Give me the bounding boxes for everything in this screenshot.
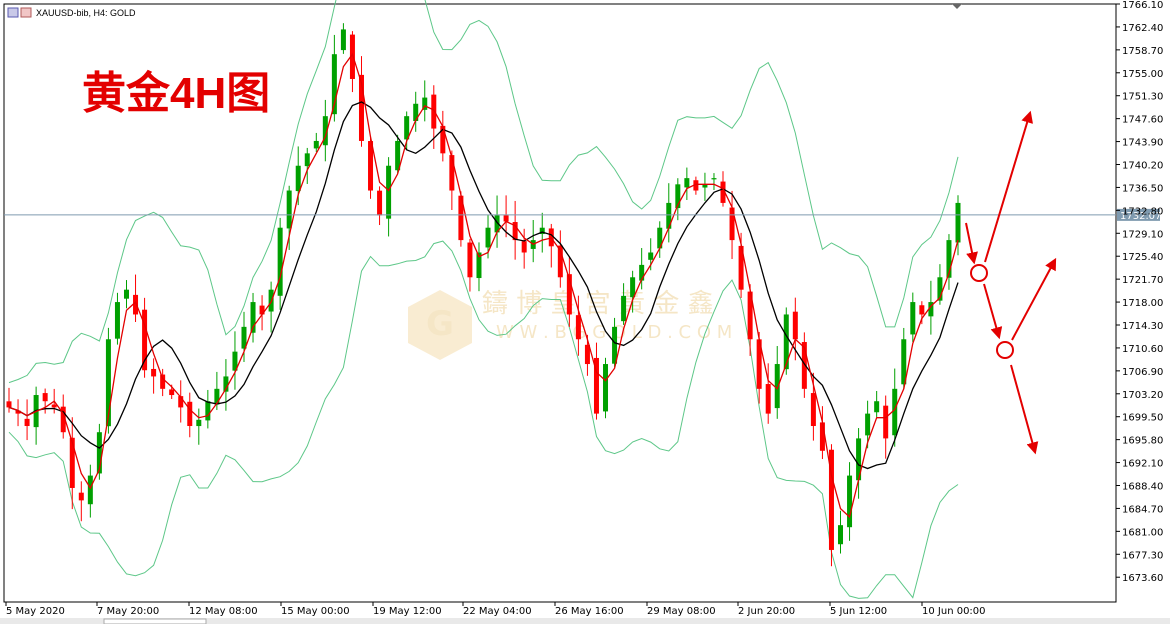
candle-body [114,302,120,339]
candle-body [521,241,527,253]
candle-body [196,419,202,427]
candle-body [919,305,925,315]
candle-body [377,190,383,216]
candle-body [765,384,771,414]
candle-body [87,475,93,505]
candle-body [648,252,654,260]
y-tick-label: 1718.00 [1122,298,1163,309]
candle-body [69,437,75,488]
candle-body [123,289,129,299]
candle-body [684,178,690,188]
y-tick-label: 1732.80 [1122,206,1163,217]
y-tick-label: 1747.60 [1122,115,1163,126]
candle-body [874,401,880,413]
chart-window-icon [7,7,19,18]
x-tick-label: 2 Jun 20:00 [738,606,795,617]
x-tick-label: 15 May 00:00 [281,606,350,617]
candle-body [431,94,437,129]
candle-body [6,401,12,408]
price-chart[interactable]: G 鑄 博 皇 宫 黃 金 鑫 W W . B G G O L D . C O … [0,0,1170,624]
candle-body [630,277,636,298]
candle-body [774,364,780,409]
y-tick-label: 1766.10 [1122,0,1163,11]
y-tick-label: 1710.60 [1122,344,1163,355]
candle-body [133,294,139,315]
y-tick-label: 1692.10 [1122,459,1163,470]
y-tick-label: 1740.20 [1122,160,1163,171]
candle-body [295,165,301,192]
x-tick-label: 12 May 08:00 [189,606,258,617]
candle-body [910,302,916,335]
candle-body [711,178,717,180]
y-tick-label: 1758.70 [1122,46,1163,57]
candle-body [883,405,889,439]
y-tick-label: 1762.40 [1122,23,1163,34]
x-tick-label: 5 May 2020 [6,606,65,617]
candle-body [847,475,853,528]
x-axis: 5 May 2020 7 May 20:00 12 May 08:00 15 May … [5,602,986,617]
y-tick-label: 1721.70 [1122,275,1163,286]
candle-body [603,364,609,412]
candle-body [792,311,798,340]
symbol-label: XAUUSD-bib, H4: GOLD [36,8,136,18]
overlay-title: 黄金4H图 [82,69,270,118]
candle-body [286,190,292,229]
y-tick-label: 1706.90 [1122,367,1163,378]
candle-body [313,140,319,149]
candle-body [205,401,211,421]
x-tick-label: 7 May 20:00 [97,606,159,617]
y-tick-label: 1673.60 [1122,573,1163,584]
candle-body [865,413,871,436]
candle-body [24,418,30,427]
x-tick-label: 26 May 16:00 [555,606,624,617]
y-tick-label: 1695.80 [1122,436,1163,447]
candle-body [838,525,844,545]
y-tick-label: 1681.00 [1122,527,1163,538]
y-tick-label: 1677.30 [1122,550,1163,561]
y-tick-label: 1714.30 [1122,321,1163,332]
candle-body [51,404,57,408]
y-tick-label: 1755.00 [1122,69,1163,80]
candle-body [503,215,509,222]
candle-body [386,165,392,219]
y-tick-label: 1743.90 [1122,138,1163,149]
candle-body [187,401,193,427]
chart-window-icon-2 [20,7,32,18]
x-tick-label: 19 May 12:00 [373,606,442,617]
y-tick-label: 1751.30 [1122,92,1163,103]
watermark-logo-letter: G [426,304,454,344]
y-tick-label: 1729.10 [1122,229,1163,240]
candle-body [160,374,166,389]
candle-body [449,155,455,191]
candle-body [485,227,491,248]
candle-body [621,295,627,322]
y-tick-label: 1736.50 [1122,183,1163,194]
y-tick-label: 1684.70 [1122,504,1163,515]
y-axis: 1766.10 1762.40 1758.70 1755.00 1751.30 1747.… [1116,0,1163,584]
y-tick-label: 1699.50 [1122,413,1163,424]
x-tick-label: 10 Jun 00:00 [922,606,986,617]
y-tick-label: 1688.40 [1122,481,1163,492]
candle-body [277,227,283,296]
candle-body [169,389,175,396]
x-tick-label: 29 May 08:00 [647,606,716,617]
x-tick-label: 5 Jun 12:00 [830,606,887,617]
candle-body [575,315,581,340]
candle-body [151,368,157,377]
candle-body [304,153,310,167]
candle-body [892,388,898,436]
x-tick-label: 22 May 04:00 [463,606,532,617]
y-tick-label: 1725.40 [1122,252,1163,263]
y-tick-label: 1703.20 [1122,390,1163,401]
candle-body [955,202,961,243]
chart-header: XAUUSD-bib, H4: GOLD [7,7,136,18]
candle-body [819,422,825,451]
candle-body [78,492,84,501]
candle-body [42,393,48,402]
candle-body [340,29,346,51]
candle-body [810,393,816,427]
bottom-scroll-thumb[interactable] [103,618,207,624]
candle-body [467,242,473,278]
